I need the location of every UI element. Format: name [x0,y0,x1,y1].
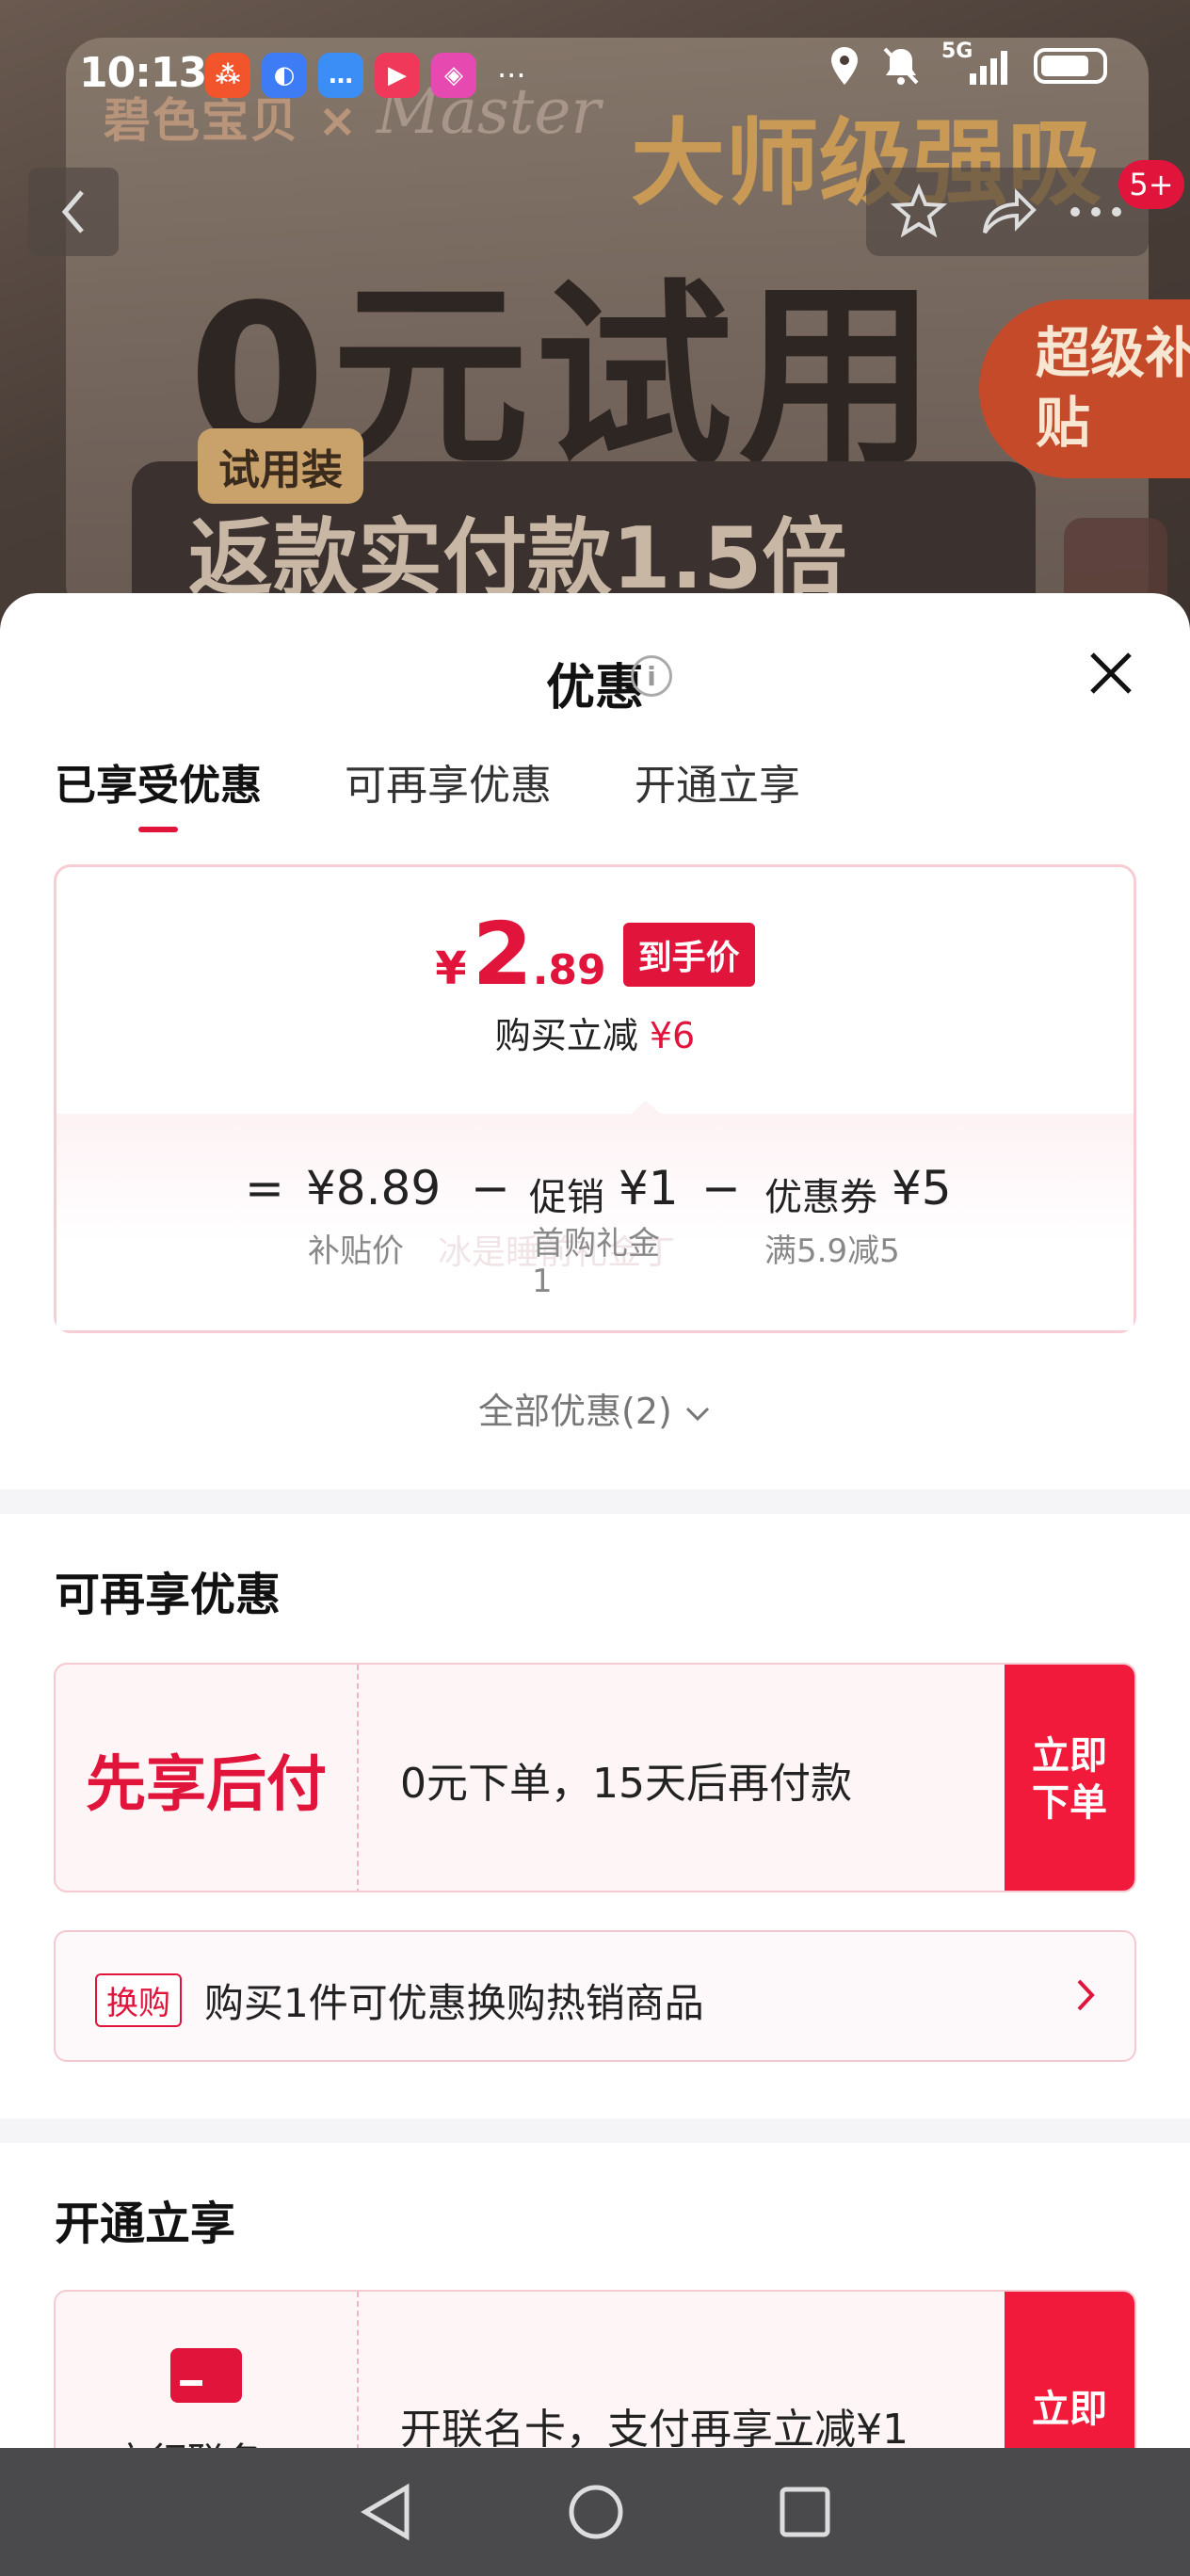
message-app-icon: … [318,53,363,98]
tab-open-membership[interactable]: 开通立享 [635,751,800,832]
price-breakdown-card: ¥ 2 .89 到手价 购买立减 ¥6 = ¥8.89 − 促销 ¥1 − 优惠… [54,864,1136,1333]
nav-recents-icon[interactable] [778,2485,832,2539]
mute-bell-icon [883,47,919,85]
exchange-tag: 换购 [95,1973,182,2027]
section-divider [0,1489,1190,1514]
nav-back-icon[interactable] [358,2482,414,2542]
chevron-down-icon [685,1407,710,1422]
discount-sheet: 优惠 i 已享受优惠 可再享优惠 开通立享 ¥ 2 .89 到手价 购买立减 ¥… [0,593,1190,2576]
promo-label: 促销 [529,1176,604,1219]
status-time: 10:13 [79,49,207,97]
favorite-star-icon[interactable] [891,184,947,240]
orange-app-icon: ⁂ [205,53,250,98]
more-notifications-icon: ··· [497,57,526,93]
system-nav-bar [0,2448,1190,2576]
currency-symbol: ¥ [435,942,467,995]
purchase-reduction: 购买立减 ¥6 [56,1006,1134,1058]
bg-trial-tag: 试用装 [198,428,363,504]
price-decimal: .89 [532,946,606,994]
exchange-purchase-row[interactable]: 换购 购买1件可优惠换购热销商品 [54,1930,1136,2062]
location-icon [831,47,858,85]
nav-home-icon[interactable] [566,2482,626,2542]
price-integer: 2 [472,904,533,1005]
tab-enjoyed[interactable]: 已享受优惠 [55,751,262,832]
pay-later-text: 0元下单，15天后再付款 [400,1760,852,1808]
promo-value: ¥1 [619,1161,679,1216]
minus-sign: − [471,1161,510,1216]
back-button[interactable] [28,168,119,256]
chevron-right-icon [1077,1979,1095,2011]
close-icon[interactable] [1083,645,1139,701]
reduction-label: 购买立减 [494,1015,638,1056]
video-app-icon: ▶ [375,53,420,98]
coupon-value: ¥5 [892,1161,952,1216]
exchange-text: 购买1件可优惠换购热销商品 [204,1980,704,2026]
all-offers-toggle[interactable]: 全部优惠(2) [0,1382,1190,1434]
breakdown-pointer [629,1101,663,1116]
notification-icons: ⁂ ◐ … ▶ ◈ ··· [205,53,526,98]
first-purchase-gift: 首购礼金 1 [532,1225,660,1300]
order-now-button[interactable]: 立即下单 [1005,1665,1134,1891]
coupon-condition: 满5.9减5 [764,1232,900,1270]
more-icon[interactable] [1068,202,1124,221]
coupon-label: 优惠券 [764,1176,877,1219]
info-icon[interactable]: i [631,655,672,697]
pay-later-card[interactable]: 先享后付 0元下单，15天后再付款 立即下单 [54,1663,1136,1892]
top-actions [866,168,1149,256]
message-count-badge: 5+ [1118,160,1184,209]
share-icon[interactable] [977,185,1037,238]
final-price: ¥ 2 .89 到手价 [56,904,1134,1005]
reduction-value: ¥6 [649,1015,696,1056]
tab-more-offers[interactable]: 可再享优惠 [345,751,552,832]
pay-later-label: 先享后付 [56,1665,359,1891]
subsidy-price-label: 补贴价 [308,1232,404,1270]
section-divider [0,2118,1190,2143]
chevron-left-icon [61,190,84,233]
cobrand-card-text: 开联名卡，支付再享立减¥1 [400,2406,909,2454]
more-offers-title: 可再享优惠 [55,1569,281,1621]
minus-sign: − [701,1161,741,1216]
system-status-icons: 5G [828,40,1107,87]
blue-app-icon: ◐ [262,53,307,98]
credit-card-icon [170,2348,242,2403]
open-membership-title: 开通立享 [55,2198,236,2250]
discount-tabs: 已享受优惠 可再享优惠 开通立享 [55,751,800,832]
sheet-title: 优惠 [545,660,644,716]
battery-icon [1034,48,1107,84]
final-price-tag: 到手价 [622,923,755,987]
subsidy-price-value: ¥8.89 [306,1161,442,1216]
vip-app-icon: ◈ [431,53,476,98]
status-bar: 10:13 ⁂ ◐ … ▶ ◈ ··· 5G [0,0,1190,151]
signal-icon: 5G [941,40,1013,87]
equals-sign: = [245,1161,284,1216]
bg-subsidy-badge: 超级补贴 [979,299,1190,478]
